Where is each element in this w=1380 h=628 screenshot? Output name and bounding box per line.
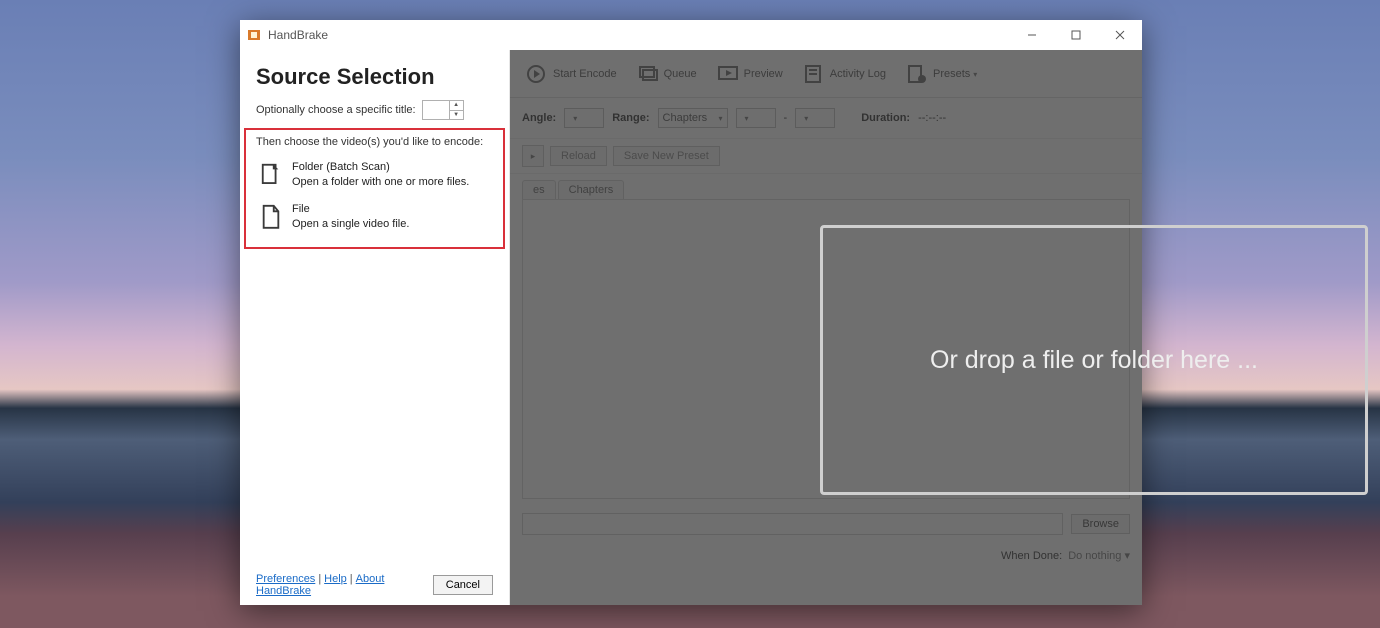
handbrake-icon <box>246 27 262 43</box>
modal-dim-overlay: Or drop a file or folder here ... <box>510 50 1142 605</box>
window-controls <box>1010 20 1142 50</box>
minimize-button[interactable] <box>1010 20 1054 50</box>
spinner-up-icon[interactable]: ▲ <box>450 101 463 111</box>
spinner-down-icon[interactable]: ▼ <box>450 111 463 120</box>
encode-options-group: Then choose the video(s) you'd like to e… <box>244 128 505 249</box>
dropzone-text: Or drop a file or folder here ... <box>930 346 1258 375</box>
help-link[interactable]: Help <box>324 573 347 585</box>
source-selection-panel: Source Selection Optionally choose a spe… <box>240 50 510 605</box>
open-file-option[interactable]: File Open a single video file. <box>256 196 493 238</box>
dropzone[interactable]: Or drop a file or folder here ... <box>820 225 1368 495</box>
open-folder-desc: Open a folder with one or more files. <box>292 175 469 190</box>
footer-links: Preferences|Help|About HandBrake <box>256 573 433 597</box>
folder-icon <box>260 162 282 188</box>
preferences-link[interactable]: Preferences <box>256 573 315 585</box>
main-area: Start Encode Queue Preview Activity Log <box>510 50 1142 605</box>
open-folder-title: Folder (Batch Scan) <box>292 160 469 175</box>
open-file-title: File <box>292 202 409 217</box>
maximize-button[interactable] <box>1054 20 1098 50</box>
source-selection-heading: Source Selection <box>240 64 509 100</box>
titlebar: HandBrake <box>240 20 1142 50</box>
title-number-label: Optionally choose a specific title: <box>256 104 416 116</box>
handbrake-window: HandBrake Source Selection Optionally ch… <box>240 20 1142 605</box>
desktop-wallpaper: HandBrake Source Selection Optionally ch… <box>0 0 1380 628</box>
file-icon <box>260 204 282 230</box>
cancel-button[interactable]: Cancel <box>433 575 493 595</box>
open-folder-option[interactable]: Folder (Batch Scan) Open a folder with o… <box>256 154 493 196</box>
window-title: HandBrake <box>268 28 328 42</box>
encode-options-caption: Then choose the video(s) you'd like to e… <box>256 136 493 148</box>
title-number-spinner[interactable]: ▲ ▼ <box>422 100 464 120</box>
open-file-desc: Open a single video file. <box>292 217 409 232</box>
close-button[interactable] <box>1098 20 1142 50</box>
